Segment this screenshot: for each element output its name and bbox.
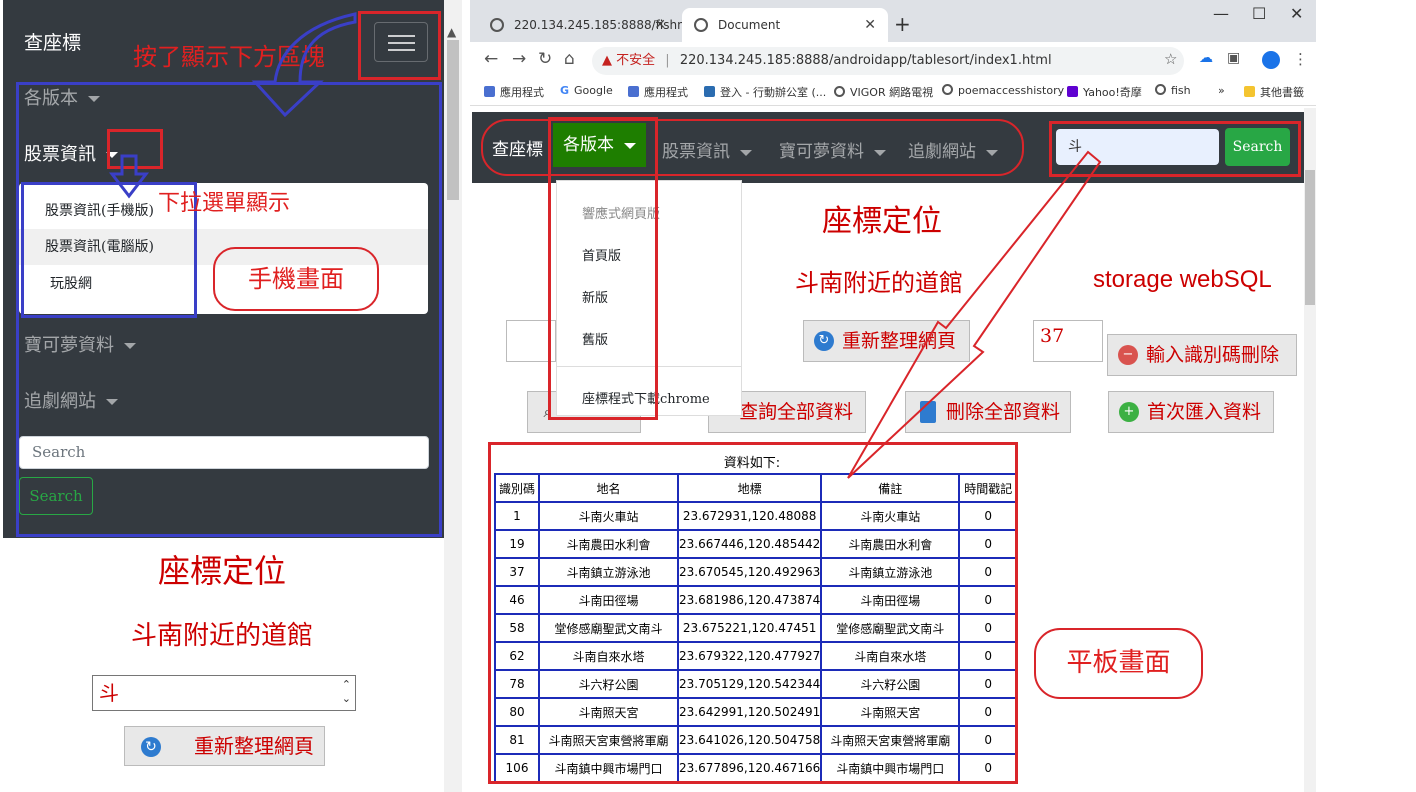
annotation-arrow-search (847, 150, 1102, 479)
